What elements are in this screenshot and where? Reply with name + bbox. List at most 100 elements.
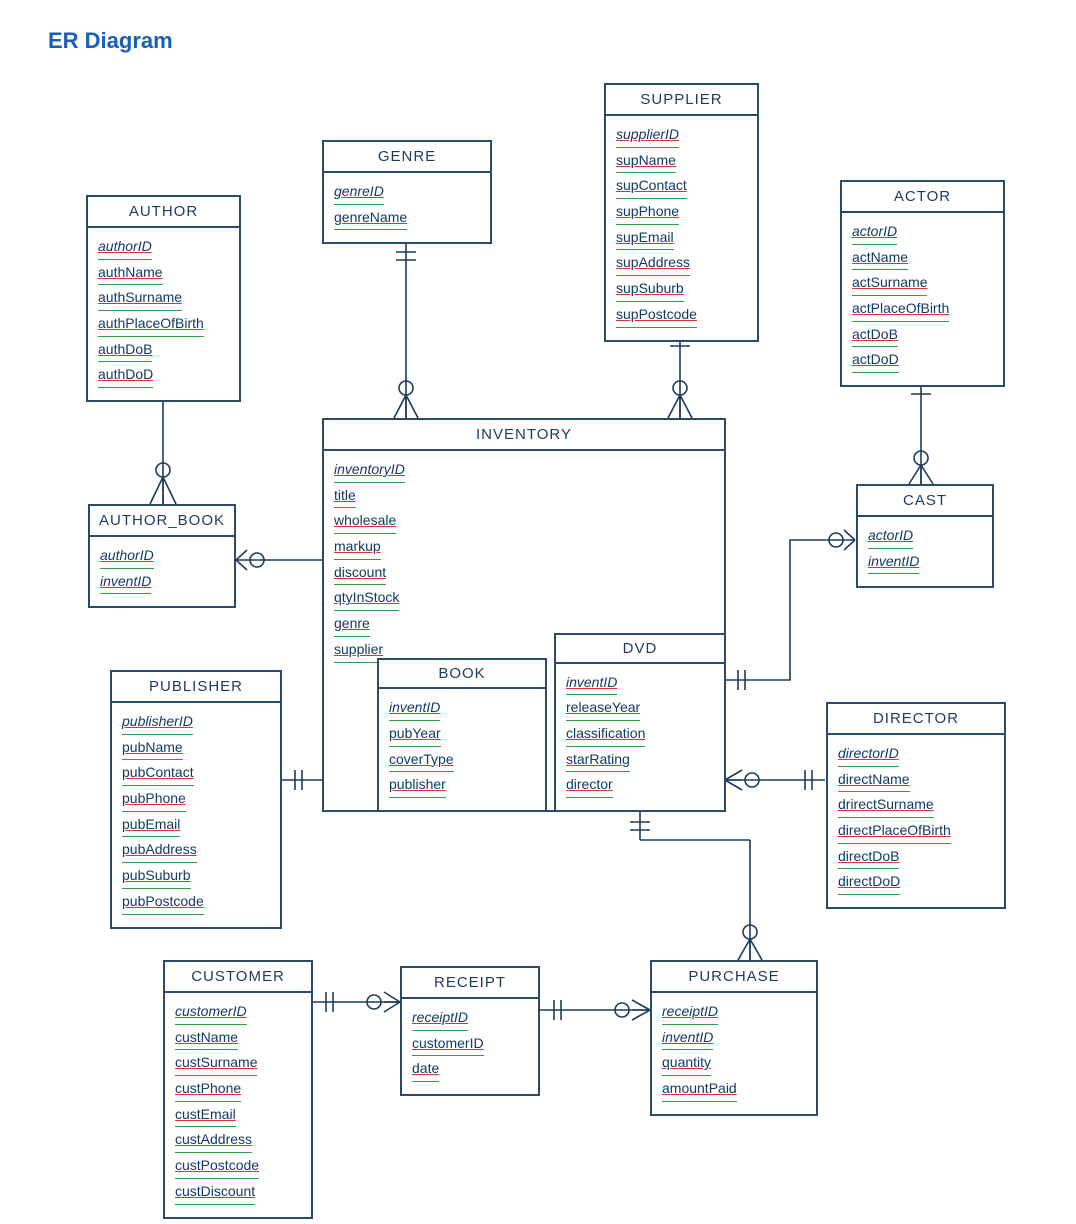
entity-genre-attr: genreName — [334, 207, 407, 231]
entity-director-attrs: directorIDdirectNamedrirectSurnamedirect… — [828, 735, 1004, 907]
entity-cast-attr: inventID — [868, 551, 919, 575]
entity-genre-attrs: genreIDgenreName — [324, 173, 490, 242]
entity-book-title: BOOK — [379, 660, 545, 689]
entity-director-attr: directorID — [838, 743, 899, 767]
entity-receipt-attr: date — [412, 1058, 439, 1082]
entity-dvd-attr: releaseYear — [566, 697, 640, 721]
entity-purchase-attr: inventID — [662, 1027, 713, 1051]
entity-book-attrs: inventIDpubYearcoverTypepublisher — [379, 689, 545, 810]
entity-supplier-attr: supplierID — [616, 124, 679, 148]
entity-supplier-attr: supEmail — [616, 227, 674, 251]
entity-director-attr: directDoB — [838, 846, 899, 870]
entity-inventory-attr: inventoryID — [334, 459, 405, 483]
entity-director: DIRECTOR directorIDdirectNamedrirectSurn… — [826, 702, 1006, 909]
entity-dvd-title: DVD — [556, 635, 724, 664]
entity-purchase-attr: amountPaid — [662, 1078, 737, 1102]
entity-book-attr: inventID — [389, 697, 440, 721]
entity-director-title: DIRECTOR — [828, 704, 1004, 735]
entity-cast-attrs: actorIDinventID — [858, 517, 992, 586]
entity-inventory-attrs: inventoryIDtitlewholesalemarkupdiscountq… — [324, 451, 544, 675]
entity-cast-title: CAST — [858, 486, 992, 517]
entity-supplier-attrs: supplierIDsupNamesupContactsupPhonesupEm… — [606, 116, 757, 340]
entity-supplier-title: SUPPLIER — [606, 85, 757, 116]
entity-author-attr: authName — [98, 262, 163, 286]
entity-customer-attr: custPhone — [175, 1078, 241, 1102]
entity-customer-attrs: customerIDcustNamecustSurnamecustPhonecu… — [165, 993, 311, 1217]
entity-dvd-attr: director — [566, 774, 613, 798]
entity-publisher-attr: publisherID — [122, 711, 193, 735]
entity-receipt: RECEIPT receiptIDcustomerIDdate — [400, 966, 540, 1096]
entity-supplier-attr: supAddress — [616, 252, 690, 276]
entity-book-attr: pubYear — [389, 723, 441, 747]
entity-receipt-title: RECEIPT — [402, 968, 538, 999]
entity-actor-attr: actSurname — [852, 272, 927, 296]
entity-author-attr: authSurname — [98, 287, 182, 311]
entity-book-attr: coverType — [389, 749, 454, 773]
entity-publisher-title: PUBLISHER — [112, 672, 280, 703]
entity-supplier: SUPPLIER supplierIDsupNamesupContactsupP… — [604, 83, 759, 342]
entity-inventory-attr: title — [334, 485, 356, 509]
entity-actor-attr: actorID — [852, 221, 897, 245]
entity-author-book-attr: authorID — [100, 545, 154, 569]
entity-author-book: AUTHOR_BOOK authorIDinventID — [88, 504, 236, 608]
entity-customer-attr: custName — [175, 1027, 238, 1051]
entity-genre-title: GENRE — [324, 142, 490, 173]
entity-receipt-attr: customerID — [412, 1033, 484, 1057]
entity-purchase-attr: receiptID — [662, 1001, 718, 1025]
entity-inventory-attr: wholesale — [334, 510, 396, 534]
entity-supplier-attr: supContact — [616, 175, 687, 199]
entity-cast: CAST actorIDinventID — [856, 484, 994, 588]
entity-publisher-attr: pubAddress — [122, 839, 197, 863]
entity-publisher-attr: pubContact — [122, 762, 194, 786]
entity-actor: ACTOR actorIDactNameactSurnameactPlaceOf… — [840, 180, 1005, 387]
entity-author-attrs: authorIDauthNameauthSurnameauthPlaceOfBi… — [88, 228, 239, 400]
entity-dvd: DVD inventIDreleaseYearclassificationsta… — [554, 633, 726, 812]
entity-actor-title: ACTOR — [842, 182, 1003, 213]
entity-inventory-attr: genre — [334, 613, 370, 637]
entity-author-attr: authPlaceOfBirth — [98, 313, 204, 337]
entity-actor-attr: actPlaceOfBirth — [852, 298, 949, 322]
entity-publisher: PUBLISHER publisherIDpubNamepubContactpu… — [110, 670, 282, 929]
entity-inventory-title: INVENTORY — [324, 420, 724, 451]
entity-publisher-attr: pubPhone — [122, 788, 186, 812]
entity-purchase: PURCHASE receiptIDinventIDquantityamount… — [650, 960, 818, 1116]
entity-genre-attr: genreID — [334, 181, 384, 205]
entity-dvd-attrs: inventIDreleaseYearclassificationstarRat… — [556, 664, 724, 810]
entity-purchase-title: PURCHASE — [652, 962, 816, 993]
entity-publisher-attr: pubPostcode — [122, 891, 204, 915]
entity-dvd-attr: classification — [566, 723, 645, 747]
entity-inventory-attr: supplier — [334, 639, 383, 663]
entity-supplier-attr: supPhone — [616, 201, 679, 225]
entity-dvd-attr: inventID — [566, 672, 617, 696]
entity-supplier-attr: supSuburb — [616, 278, 684, 302]
entity-publisher-attrs: publisherIDpubNamepubContactpubPhonepubE… — [112, 703, 280, 927]
entity-inventory: INVENTORY inventoryIDtitlewholesalemarku… — [322, 418, 726, 812]
entity-actor-attr: actName — [852, 247, 908, 271]
entity-cast-attr: actorID — [868, 525, 913, 549]
entity-inventory-attr: markup — [334, 536, 381, 560]
entity-purchase-attrs: receiptIDinventIDquantityamountPaid — [652, 993, 816, 1114]
entity-author: AUTHOR authorIDauthNameauthSurnameauthPl… — [86, 195, 241, 402]
entity-genre: GENRE genreIDgenreName — [322, 140, 492, 244]
entity-actor-attrs: actorIDactNameactSurnameactPlaceOfBirth a… — [842, 213, 1003, 385]
entity-customer: CUSTOMER customerIDcustNamecustSurnamecu… — [163, 960, 313, 1219]
entity-director-attr: drirectSurname — [838, 794, 934, 818]
entity-receipt-attr: receiptID — [412, 1007, 468, 1031]
entity-author-book-attr: inventID — [100, 571, 151, 595]
entity-publisher-attr: pubSuburb — [122, 865, 191, 889]
entity-author-book-title: AUTHOR_BOOK — [90, 506, 234, 537]
entity-inventory-attr: discount — [334, 562, 386, 586]
entity-director-attr: directDoD — [838, 871, 900, 895]
entity-customer-attr: custEmail — [175, 1104, 236, 1128]
entity-receipt-attrs: receiptIDcustomerIDdate — [402, 999, 538, 1094]
entity-author-book-attrs: authorIDinventID — [90, 537, 234, 606]
entity-dvd-attr: starRating — [566, 749, 630, 773]
entity-customer-title: CUSTOMER — [165, 962, 311, 993]
entity-customer-attr: custDiscount — [175, 1181, 255, 1205]
entity-customer-attr: customerID — [175, 1001, 247, 1025]
entity-book-attr: publisher — [389, 774, 446, 798]
entity-actor-attr: actDoD — [852, 349, 899, 373]
entity-author-attr: authDoD — [98, 364, 153, 388]
entity-author-attr: authDoB — [98, 339, 152, 363]
entity-customer-attr: custAddress — [175, 1129, 252, 1153]
